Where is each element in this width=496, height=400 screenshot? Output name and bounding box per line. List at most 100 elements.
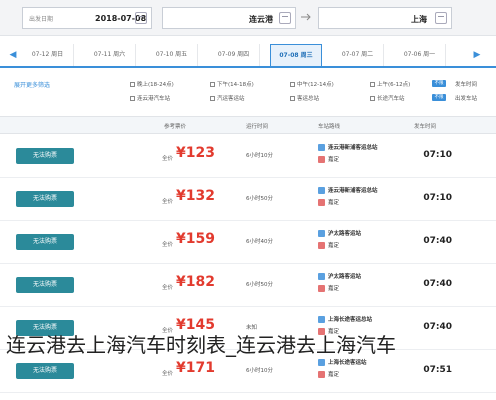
price-prefix: 全价 xyxy=(162,156,174,162)
station-label: 出发车站 xyxy=(455,96,478,102)
table-row: 无法购票 全价 ¥132 6小时50分 连云港新浦客运总站 嘉定 07:10 xyxy=(0,178,496,221)
date-tabs: ◀ 07-12 周日 07-11 周六 07-10 周五 07-09 周四 07-08 … xyxy=(0,42,496,68)
page-caption: 连云港去上海汽车时刻表_连云港去上海汽车 xyxy=(6,333,396,357)
run-duration: 6小时50分 xyxy=(246,282,273,288)
start-station[interactable]: 连云港新浦客运总站 xyxy=(318,186,378,194)
filter-all-pill[interactable]: 不限 xyxy=(432,94,446,101)
checkbox-icon xyxy=(210,95,215,101)
date-tab[interactable]: 07-11 周六 xyxy=(84,44,136,66)
start-badge-icon xyxy=(318,272,325,280)
date-tab[interactable]: 07-07 周二 xyxy=(332,44,384,66)
buy-ticket-button[interactable]: 无法购票 xyxy=(16,363,74,379)
start-station-label: 连云港新浦客运总站 xyxy=(328,145,378,151)
start-badge-icon xyxy=(318,186,325,194)
filter-all-pill[interactable]: 不限 xyxy=(432,80,446,87)
run-duration: 6小时50分 xyxy=(246,196,273,202)
date-tab[interactable]: 07-06 周一 xyxy=(394,44,446,66)
filter-checkbox[interactable]: 汽运客运站 xyxy=(210,94,245,102)
swap-icon[interactable] xyxy=(300,11,312,23)
price-prefix: 全价 xyxy=(162,371,174,377)
date-field[interactable]: 出发日期 2018-07-08 xyxy=(22,7,152,29)
from-city-value: 连云港 xyxy=(249,15,273,24)
depart-time: 07:51 xyxy=(423,365,452,375)
end-badge-icon xyxy=(318,155,325,163)
filter-checkbox[interactable]: 下午(14-18点) xyxy=(210,80,254,88)
prev-arrow-icon[interactable]: ◀ xyxy=(6,47,20,63)
date-label: 出发日期 xyxy=(29,15,54,23)
header-duration[interactable]: 运行时间 xyxy=(246,122,268,130)
depart-time: 07:10 xyxy=(423,150,452,160)
filter-panel: 展开更多筛选 晚上(18-24点) 下午(14-18点) 中午(12-14点) … xyxy=(0,74,496,110)
city-picker-icon[interactable] xyxy=(279,12,291,24)
filter-checkbox[interactable]: 连云港汽车站 xyxy=(130,94,170,102)
price-prefix: 全价 xyxy=(162,285,174,291)
depart-time: 07:40 xyxy=(423,236,452,246)
header-depart-time[interactable]: 发车时间 xyxy=(414,122,436,130)
filter-checkbox[interactable]: 上午(6-12点) xyxy=(370,80,410,88)
city-picker-icon[interactable] xyxy=(435,12,447,24)
expand-filters-link[interactable]: 展开更多筛选 xyxy=(14,80,50,89)
depart-time-label: 发车时间 xyxy=(455,82,478,88)
date-tab[interactable]: 07-10 周五 xyxy=(146,44,198,66)
table-row: 无法购票 全价 ¥159 6小时40分 沪太路客运站 嘉定 07:40 xyxy=(0,221,496,264)
date-tab[interactable]: 07-12 周日 xyxy=(22,44,74,66)
checkbox-icon xyxy=(210,81,215,87)
start-badge-icon xyxy=(318,315,325,323)
buy-ticket-button[interactable]: 无法购票 xyxy=(16,148,74,164)
filter-option-label: 连云港汽车站 xyxy=(137,96,171,102)
start-station[interactable]: 沪太路客运站 xyxy=(318,229,361,237)
ticket-price: ¥123 xyxy=(176,145,215,161)
filter-option-label: 长途汽车站 xyxy=(377,96,405,102)
filter-checkbox[interactable]: 长途汽车站 xyxy=(370,94,405,102)
calendar-icon[interactable] xyxy=(135,12,147,24)
date-tab[interactable]: 07-08 周三 xyxy=(270,44,322,66)
end-badge-icon xyxy=(318,241,325,249)
filter-option-label: 晚上(18-24点) xyxy=(137,82,174,88)
start-station[interactable]: 沪太路客运站 xyxy=(318,272,361,280)
checkbox-icon xyxy=(130,95,135,101)
to-city-field[interactable]: 上海 xyxy=(318,7,452,29)
buy-ticket-button[interactable]: 无法购票 xyxy=(16,191,74,207)
buy-ticket-button[interactable]: 无法购票 xyxy=(16,277,74,293)
run-duration: 6小时10分 xyxy=(246,153,273,159)
end-station-label: 嘉定 xyxy=(328,372,340,378)
buy-ticket-button[interactable]: 无法购票 xyxy=(16,234,74,250)
date-tab[interactable]: 07-09 周四 xyxy=(208,44,260,66)
ticket-price: ¥182 xyxy=(176,274,215,290)
filter-checkbox[interactable]: 晚上(18-24点) xyxy=(130,80,174,88)
ticket-price: ¥159 xyxy=(176,231,215,247)
checkbox-icon xyxy=(370,95,375,101)
search-bar: 出发日期 2018-07-08 连云港 上海 xyxy=(0,0,496,36)
price-prefix: 全价 xyxy=(162,199,174,205)
checkbox-icon xyxy=(290,81,295,87)
end-station-label: 嘉定 xyxy=(328,157,340,163)
filter-option-label: 客运总站 xyxy=(297,96,320,102)
run-duration: 6小时40分 xyxy=(246,239,273,245)
start-badge-icon xyxy=(318,143,325,151)
price-prefix: 全价 xyxy=(162,242,174,248)
header-route: 车站路线 xyxy=(318,124,341,130)
end-station: 嘉定 xyxy=(318,284,339,292)
ticket-price: ¥171 xyxy=(176,360,215,376)
start-station[interactable]: 连云港新浦客运总站 xyxy=(318,143,378,151)
next-arrow-icon[interactable]: ▶ xyxy=(470,47,484,63)
filter-checkbox[interactable]: 客运总站 xyxy=(290,94,319,102)
header-price[interactable]: 参考票价 xyxy=(164,122,186,130)
start-station[interactable]: 上海长途客运总站 xyxy=(318,315,372,323)
start-station-label: 连云港新浦客运总站 xyxy=(328,188,378,194)
ticket-price: ¥132 xyxy=(176,188,215,204)
depart-time: 07:40 xyxy=(423,279,452,289)
start-station-label: 上海长途客运总站 xyxy=(328,317,373,323)
end-badge-icon xyxy=(318,284,325,292)
end-badge-icon xyxy=(318,198,325,206)
filter-checkbox[interactable]: 中午(12-14点) xyxy=(290,80,334,88)
start-station-label: 沪太路客运站 xyxy=(328,274,362,280)
from-city-field[interactable]: 连云港 xyxy=(162,7,296,29)
table-header: 参考票价 运行时间 车站路线 发车时间 xyxy=(0,116,496,134)
filter-option-label: 中午(12-14点) xyxy=(297,82,334,88)
filter-option-label: 下午(14-18点) xyxy=(217,82,254,88)
checkbox-icon xyxy=(290,95,295,101)
checkbox-icon xyxy=(370,81,375,87)
checkbox-icon xyxy=(130,81,135,87)
table-row: 无法购票全价 ¥123 6小时10分 连云港新浦客运总站 嘉定 07:10 xyxy=(0,135,496,178)
